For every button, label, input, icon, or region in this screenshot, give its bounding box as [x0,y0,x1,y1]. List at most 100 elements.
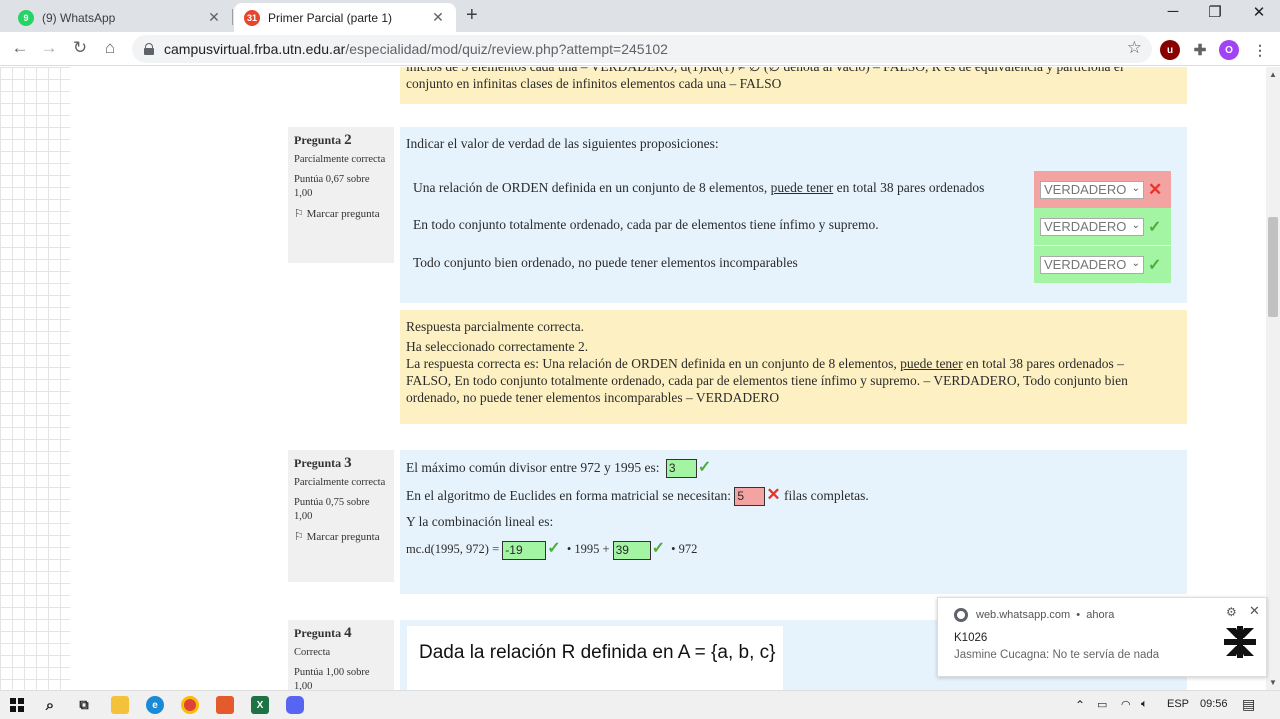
close-icon[interactable]: ✕ [430,9,446,26]
euclid-line: En el algoritmo de Euclides en forma mat… [406,485,869,507]
lock-icon [144,43,154,55]
whatsapp-icon: 9 [18,9,34,26]
question-status: Parcialmente correcta [294,154,386,165]
close-window-button[interactable]: ✕ [1236,3,1280,21]
mcd-line: El máximo común divisor entre 972 y 1995… [406,457,712,479]
feedback-line: conjunto en infinitas clases de infinito… [406,76,782,91]
feedback-correct-line: ordenado, no puede tener elementos incom… [406,390,780,405]
q3-content: El máximo común divisor entre 972 y 1995… [400,450,1187,594]
chevron-down-icon: ⌄ [1131,257,1140,269]
answer-cell-1: VERDADERO ⌄ ✕ [1034,171,1171,208]
windows-taskbar: ⌕ ⧉ e X ⌃ ▭ ◠ 🔈︎ ESP 09:56 ▤ [0,690,1280,719]
address-bar[interactable]: campusvirtual.frba.utn.edu.ar /especiali… [132,35,1152,63]
discord-icon[interactable] [286,696,304,714]
combination-label: Y la combinación lineal es: [406,514,554,529]
office-icon[interactable] [216,696,234,714]
coef2-input[interactable]: 39 [612,540,651,560]
incorrect-icon: ✕ [766,485,781,504]
browser-toolbar: ← → ↻ ⌂ campusvirtual.frba.utn.edu.ar /e… [0,32,1280,66]
back-button[interactable]: ← [9,38,31,58]
volume-icon[interactable]: 🔈︎ [1141,698,1148,711]
star-icon[interactable]: ☆ [1127,38,1142,58]
q3-info: Pregunta 3 Parcialmente correcta Puntúa … [288,450,394,582]
flag-icon: ⚐ [294,208,304,220]
ublock-icon[interactable]: u [1160,40,1180,60]
feedback-status: Respuesta parcialmente correcta. [406,319,585,334]
edge-icon[interactable]: e [146,696,164,714]
chevron-down-icon: ⌄ [1131,182,1140,194]
forward-button[interactable]: → [38,38,60,58]
battery-icon[interactable]: ▭ [1097,698,1107,711]
feedback-correct-line: FALSO, En todo conjunto totalmente orden… [406,373,1128,388]
clock[interactable]: 09:56 [1200,698,1228,710]
file-explorer-icon[interactable] [111,696,129,714]
close-icon[interactable]: ✕ [206,9,222,26]
q2-content: Indicar el valor de verdad de las siguie… [400,127,1187,303]
truth-select-1[interactable]: VERDADERO ⌄ [1040,180,1144,199]
scroll-thumb[interactable] [1268,217,1278,317]
q1-feedback: inicios de 5 elementos cada una – VERDAD… [400,67,1187,104]
notification-center-icon[interactable]: ▤ [1242,696,1255,713]
close-icon[interactable]: ✕ [1249,603,1260,619]
q2-info: Pregunta 2 Parcialmente correcta Puntúa … [288,127,394,263]
correct-icon: ✓ [697,459,712,476]
search-icon[interactable]: ⌕ [41,696,59,714]
truth-select-2[interactable]: VERDADERO ⌄ [1040,217,1144,236]
language-indicator[interactable]: ESP [1167,698,1189,710]
gear-icon[interactable]: ⚙ [1226,605,1237,619]
scroll-down-icon: ▼ [1269,678,1277,687]
url-host: campusvirtual.frba.utn.edu.ar [164,41,346,57]
url-path: /especialidad/mod/quiz/review.php?attemp… [345,41,668,57]
question-score: Puntúa 0,75 sobre 1,00 [294,497,370,522]
q4-card-title: Dada la relación R definida en A = {a, b… [419,642,776,663]
menu-icon[interactable]: ⋮ [1250,40,1270,60]
tab-whatsapp[interactable]: 9 (9) WhatsApp ✕ [8,3,232,32]
excel-icon[interactable]: X [251,696,269,714]
feedback-line: inicios de 5 elementos cada una – VERDAD… [406,67,1181,75]
windows-start-icon[interactable] [10,698,24,712]
notification-message: Jasmine Cucagna: No te servía de nada [954,649,1160,661]
question-number: Pregunta 2 [294,132,352,148]
new-tab-button[interactable]: + [466,4,478,27]
chevron-down-icon: ⌄ [1131,219,1140,231]
task-view-icon[interactable]: ⧉ [75,696,93,714]
statement-2: En todo conjunto totalmente ordenado, ca… [413,217,879,232]
q2-feedback: Respuesta parcialmente correcta. Ha sele… [400,310,1187,424]
tab-title: (9) WhatsApp [42,10,116,25]
tab-title: Primer Parcial (parte 1) [268,10,393,25]
tab-strip: 9 (9) WhatsApp ✕ 31 Primer Parcial (part… [0,0,1280,32]
whatsapp-notification[interactable]: web.whatsapp.com • ahora ⚙ ✕ K1026 Jasmi… [937,597,1267,677]
mcd-input[interactable]: 3 [665,459,697,479]
correct-icon: ✓ [651,540,666,557]
question-number: Pregunta 4 [294,625,352,641]
correct-icon: ✓ [1148,218,1162,236]
avatar[interactable]: O [1219,40,1239,60]
chrome-icon[interactable] [181,696,199,714]
q4-info: Pregunta 4 Correcta Puntúa 1,00 sobre 1,… [288,620,394,690]
flag-question-link[interactable]: ⚐ Marcar pregunta [294,207,388,221]
wifi-icon[interactable]: ◠ [1121,698,1131,711]
puzzle-icon[interactable]: ✚ [1190,40,1210,60]
chevron-up-icon[interactable]: ⌃ [1075,698,1085,712]
page-scrollbar[interactable]: ▲ ▼ [1266,67,1280,690]
euclid-input[interactable]: 5 [734,487,766,507]
question-status: Correcta [294,647,331,658]
statement-1: Una relación de ORDEN definida en un con… [413,180,985,195]
question-number: Pregunta 3 [294,455,352,471]
maximize-button[interactable]: ❐ [1192,3,1238,21]
reload-button[interactable]: ↻ [69,38,91,58]
answer-cell-2: VERDADERO ⌄ ✓ [1034,208,1171,245]
feedback-correct-line: La respuesta correcta es: Una relación d… [406,356,1124,371]
tab-primer-parcial[interactable]: 31 Primer Parcial (parte 1) ✕ [234,3,456,32]
minimize-button[interactable]: ─ [1150,3,1196,20]
feedback-selected: Ha seleccionado correctamente 2. [406,339,589,354]
chrome-icon [954,608,968,622]
coef1-input[interactable]: -19 [502,540,547,560]
correct-icon: ✓ [1148,256,1162,274]
truth-select-3[interactable]: VERDADERO ⌄ [1040,255,1144,274]
home-icon[interactable]: ⌂ [99,38,121,58]
answer-cell-3: VERDADERO ⌄ ✓ [1034,246,1171,283]
tab-divider [232,9,233,25]
flag-question-link[interactable]: ⚐ Marcar pregunta [294,530,388,544]
incorrect-icon: ✕ [1148,179,1163,199]
